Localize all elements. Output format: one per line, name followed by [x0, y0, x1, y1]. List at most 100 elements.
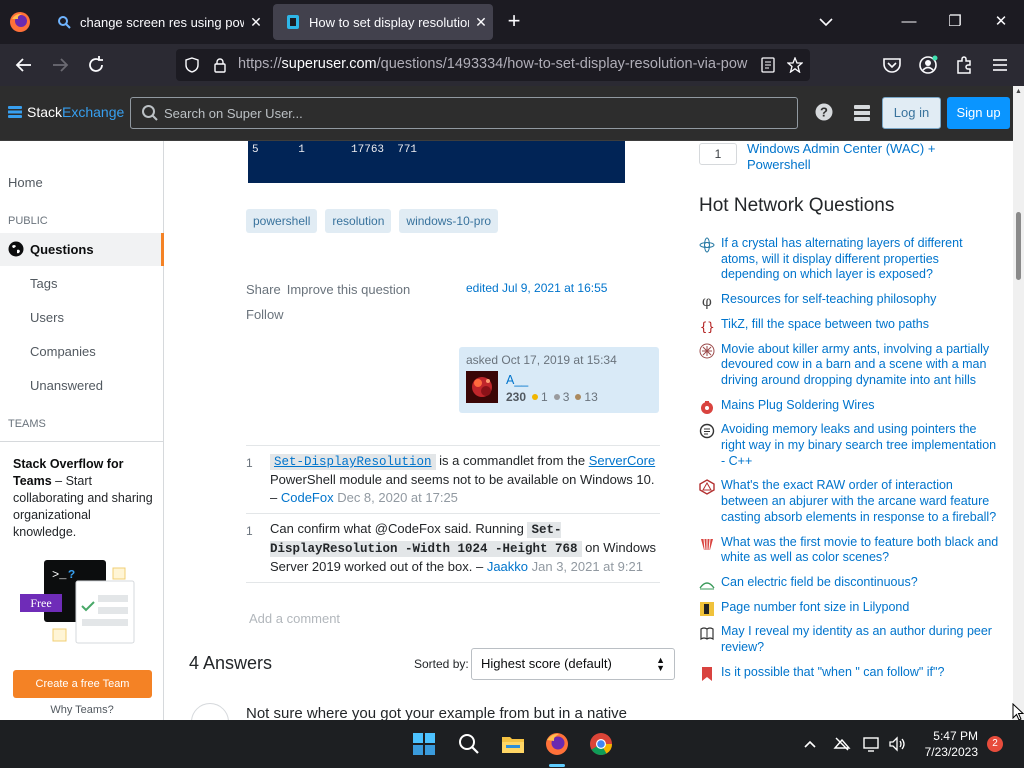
improve-question-link[interactable]: Improve this question — [287, 282, 411, 297]
tag-windows-10-pro[interactable]: windows-10-pro — [399, 209, 499, 233]
restore-window-button[interactable]: ❐ — [941, 8, 969, 36]
hnq-item[interactable]: Is it possible that "when " can follow" … — [699, 665, 999, 681]
help-icon[interactable]: ? — [814, 102, 834, 122]
sidebar-item-home[interactable]: Home — [8, 175, 172, 190]
answer-sort-select[interactable]: Highest score (default) ▲ ▼ — [471, 648, 675, 680]
url-text[interactable]: https://superuser.com/questions/1493334/… — [238, 56, 748, 72]
gold-badge-count: 1 — [541, 390, 548, 404]
tag-resolution[interactable]: resolution — [325, 209, 392, 233]
close-tab-icon[interactable]: ✕ — [469, 14, 493, 31]
asked-timestamp: asked Oct 17, 2019 at 15:34 — [466, 353, 617, 367]
tab-search-results[interactable]: change screen res using powers ✕ — [44, 4, 268, 40]
comment: 1 Can confirm what @CodeFox said. Runnin… — [246, 514, 660, 583]
firefox-icon[interactable] — [8, 10, 32, 34]
comment-code-link[interactable]: Set-DisplayResolution — [270, 454, 436, 470]
rpg-icon — [699, 479, 715, 496]
electronics-icon — [701, 400, 713, 414]
chrome-icon[interactable] — [587, 730, 615, 758]
sidebar-item-companies[interactable]: Companies — [30, 344, 96, 359]
academia-icon — [700, 627, 714, 641]
forward-arrow-icon[interactable] — [48, 53, 72, 77]
page-scrollbar[interactable]: ▲ — [1013, 86, 1024, 720]
hnq-title: Can electric field be discontinuous? — [721, 574, 918, 589]
hnq-item[interactable]: {} TikZ, fill the space between two paths — [699, 317, 999, 334]
hnq-title: Mains Plug Soldering Wires — [721, 397, 875, 412]
hnq-item[interactable]: What was the first movie to feature both… — [699, 535, 999, 566]
share-link[interactable]: Share — [246, 282, 281, 297]
hamburger-menu-icon[interactable] — [988, 53, 1012, 77]
hnq-item[interactable]: Movie about killer army ants, involving … — [699, 342, 999, 389]
linked-question-link[interactable]: Windows Admin Center (WAC) + Powershell — [747, 141, 967, 173]
system-clock[interactable]: 5:47 PM 7/23/2023 — [914, 728, 978, 760]
signup-button[interactable]: Sign up — [947, 97, 1010, 129]
site-shield-icon[interactable] — [184, 57, 200, 73]
search-input[interactable] — [164, 98, 784, 128]
hot-network-questions-heading[interactable]: Hot Network Questions — [699, 195, 894, 217]
site-search[interactable] — [130, 97, 798, 129]
extensions-icon[interactable] — [952, 53, 976, 77]
comment-score: 1 — [246, 456, 253, 470]
create-free-team-button[interactable]: Create a free Team — [13, 670, 152, 698]
scroll-up-arrow-icon[interactable]: ▲ — [1015, 88, 1022, 95]
edited-timestamp[interactable]: edited Jul 9, 2021 at 16:55 — [466, 281, 607, 295]
teams-promo: Stack Overflow for Teams – Start collabo… — [0, 441, 164, 720]
firefox-icon[interactable] — [543, 730, 571, 758]
close-window-button[interactable]: ✕ — [987, 8, 1015, 36]
close-tab-icon[interactable]: ✕ — [244, 14, 268, 31]
file-explorer-icon[interactable] — [499, 730, 527, 758]
hnq-item[interactable]: Can electric field be discontinuous? — [699, 575, 999, 591]
comment-user-link[interactable]: Jaakko — [487, 559, 528, 574]
sidebar-item-users[interactable]: Users — [30, 310, 64, 325]
hnq-item[interactable]: Mains Plug Soldering Wires — [699, 398, 999, 414]
servercore-link[interactable]: ServerCore — [589, 453, 655, 468]
stackexchange-logo[interactable]: Stack Exchange — [8, 104, 124, 120]
account-icon[interactable] — [916, 53, 940, 77]
reputation-score: 230 — [506, 390, 527, 404]
show-hidden-icons-chevron-icon[interactable] — [800, 734, 820, 754]
network-disabled-icon[interactable] — [832, 734, 852, 754]
volume-icon[interactable] — [887, 734, 907, 754]
login-button[interactable]: Log in — [882, 97, 941, 129]
hnq-item[interactable]: What's the exact RAW order of interactio… — [699, 478, 999, 525]
add-comment-link[interactable]: Add a comment — [249, 611, 340, 626]
site-switcher-icon[interactable] — [852, 103, 872, 123]
minimize-window-button[interactable]: — — [895, 8, 923, 36]
scrollbar-thumb[interactable] — [1016, 212, 1021, 280]
back-arrow-icon[interactable] — [12, 53, 36, 77]
avatar[interactable] — [466, 371, 498, 403]
notification-badge[interactable]: 2 — [987, 736, 1003, 752]
windows-start-icon[interactable] — [410, 730, 438, 758]
pocket-icon[interactable] — [880, 53, 904, 77]
follow-link[interactable]: Follow — [246, 307, 284, 322]
sorted-by-label: Sorted by: — [414, 657, 469, 671]
svg-text:φ: φ — [702, 294, 712, 309]
lock-icon[interactable] — [212, 57, 228, 73]
sidebar-section-teams: TEAMS — [8, 418, 46, 430]
bookmark-star-icon[interactable] — [787, 57, 803, 73]
hnq-item[interactable]: Avoiding memory leaks and using pointers… — [699, 422, 999, 469]
list-all-tabs-chevron-icon[interactable] — [816, 12, 836, 32]
comment-user-link[interactable]: CodeFox — [281, 490, 334, 505]
reader-view-icon[interactable] — [760, 57, 776, 73]
sidebar-item-tags[interactable]: Tags — [30, 276, 57, 291]
url-bar[interactable]: https://superuser.com/questions/1493334/… — [176, 49, 810, 81]
tab-active-question[interactable]: How to set display resolution vi ✕ — [273, 4, 493, 40]
hnq-title: If a crystal has alternating layers of d… — [721, 236, 963, 282]
sidebar-item-unanswered[interactable]: Unanswered — [30, 378, 103, 393]
user-name-link[interactable]: A__ — [506, 373, 528, 387]
tag-powershell[interactable]: powershell — [246, 209, 318, 233]
hnq-item[interactable]: If a crystal has alternating layers of d… — [699, 236, 999, 283]
why-teams-link[interactable]: Why Teams? — [0, 704, 164, 716]
new-tab-button[interactable]: + — [502, 10, 526, 34]
reload-icon[interactable] — [84, 53, 108, 77]
sidebar-item-questions[interactable]: Questions — [0, 233, 164, 266]
codereview-icon — [699, 424, 715, 439]
display-icon[interactable] — [862, 734, 882, 754]
vote-up-button[interactable] — [191, 703, 229, 720]
globe-icon — [8, 241, 24, 257]
sidebar-section-public: PUBLIC — [8, 215, 48, 227]
hnq-item[interactable]: Page number font size in Lilypond — [699, 600, 999, 616]
hnq-item[interactable]: May I reveal my identity as an author du… — [699, 624, 999, 655]
search-icon[interactable] — [455, 730, 483, 758]
hnq-item[interactable]: φ Resources for self-teaching philosophy — [699, 292, 999, 309]
